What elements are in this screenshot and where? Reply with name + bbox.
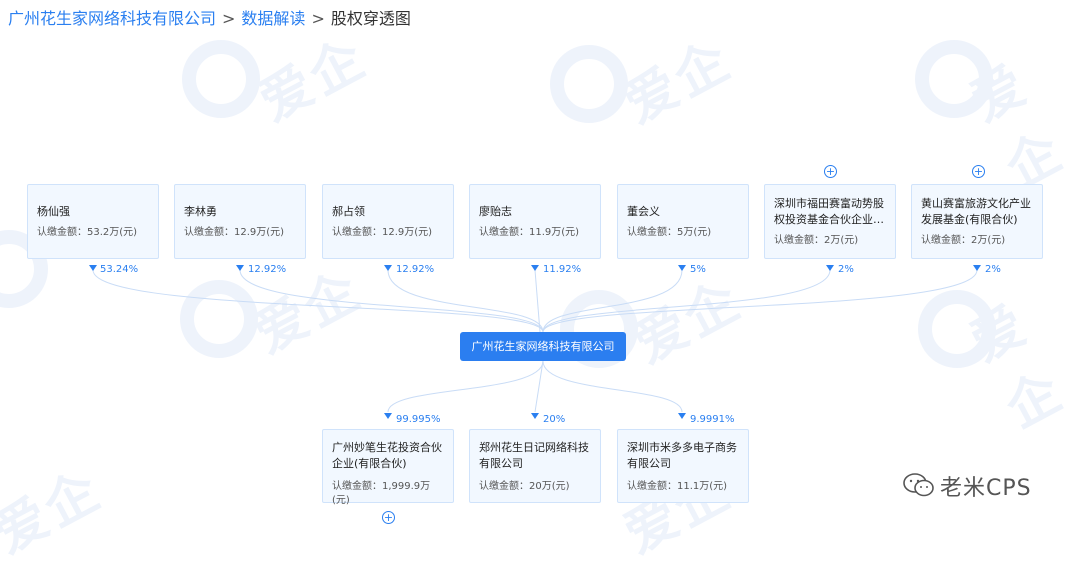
arrow-down-icon (973, 265, 981, 271)
arrow-down-icon (236, 265, 244, 271)
shareholder-amount: 5万(元) (677, 227, 712, 238)
shareholder-amount: 53.2万(元) (87, 227, 138, 238)
arrow-down-icon (531, 413, 539, 419)
amount-label: 认缴金额： (479, 227, 529, 238)
shareholder-amount: 11.9万(元) (529, 227, 580, 238)
shareholder-card[interactable]: 董会义 认缴金额：5万(元) (617, 184, 749, 259)
investment-card[interactable]: 广州妙笔生花投资合伙企业(有限合伙) 认缴金额：1,999.9万(元) (322, 429, 454, 506)
investment-name: 广州妙笔生花投资合伙企业(有限合伙) (332, 441, 442, 470)
arrow-down-icon (678, 413, 686, 419)
shareholder-card[interactable]: 郝占领 认缴金额：12.9万(元) (322, 184, 454, 259)
amount-label: 认缴金额： (332, 481, 382, 492)
share-percent: 2% (985, 264, 1001, 275)
investment-card[interactable]: 深圳市米多多电子商务有限公司 认缴金额：11.1万(元) (617, 429, 749, 503)
expand-plus-icon[interactable]: + (972, 165, 985, 178)
shareholder-name: 董会义 (627, 205, 660, 218)
investment-percent: 99.995% (396, 414, 441, 425)
investment-amount: 11.1万(元) (677, 481, 728, 492)
shareholder-name: 深圳市福田赛富动势股权投资基金合伙企业(有限合伙) (774, 197, 884, 226)
amount-label: 认缴金额： (921, 235, 971, 246)
investment-percent: 9.9991% (690, 414, 735, 425)
amount-label: 认缴金额： (184, 227, 234, 238)
arrow-down-icon (678, 265, 686, 271)
shareholder-name: 廖贻志 (479, 205, 512, 218)
arrow-down-icon (826, 265, 834, 271)
shareholder-name: 李林勇 (184, 205, 217, 218)
expand-plus-icon[interactable]: + (824, 165, 837, 178)
shareholder-name: 郝占领 (332, 205, 365, 218)
investment-card[interactable]: 郑州花生日记网络科技有限公司 认缴金额：20万(元) (469, 429, 601, 503)
footer-brand: 老米CPS (940, 476, 1032, 501)
investment-name: 郑州花生日记网络科技有限公司 (479, 441, 589, 470)
share-percent: 11.92% (543, 264, 582, 275)
amount-label: 认缴金额： (627, 227, 677, 238)
share-percent: 5% (690, 264, 706, 275)
shareholder-amount: 12.9万(元) (234, 227, 285, 238)
shareholder-amount: 2万(元) (971, 235, 1006, 246)
amount-label: 认缴金额： (627, 481, 677, 492)
amount-label: 认缴金额： (774, 235, 824, 246)
wechat-icon (903, 473, 934, 497)
investment-amount: 20万(元) (529, 481, 570, 492)
shareholder-name: 杨仙强 (37, 205, 70, 218)
shareholder-amount: 12.9万(元) (382, 227, 433, 238)
shareholder-card[interactable]: 廖贻志 认缴金额：11.9万(元) (469, 184, 601, 259)
shareholder-card[interactable]: 黄山赛富旅游文化产业发展基金(有限合伙) 认缴金额：2万(元) (911, 184, 1043, 259)
amount-label: 认缴金额： (37, 227, 87, 238)
amount-label: 认缴金额： (479, 481, 529, 492)
center-company-node[interactable]: 广州花生家网络科技有限公司 (460, 332, 626, 361)
share-percent: 12.92% (396, 264, 435, 275)
arrow-down-icon (89, 265, 97, 271)
shareholder-card[interactable]: 李林勇 认缴金额：12.9万(元) (174, 184, 306, 259)
expand-plus-icon[interactable]: + (382, 511, 395, 524)
share-percent: 12.92% (248, 264, 287, 275)
shareholder-name: 黄山赛富旅游文化产业发展基金(有限合伙) (921, 197, 1031, 226)
shareholder-amount: 2万(元) (824, 235, 859, 246)
arrow-down-icon (531, 265, 539, 271)
share-percent: 53.24% (100, 264, 139, 275)
investment-name: 深圳市米多多电子商务有限公司 (627, 441, 737, 470)
shareholder-card[interactable]: 杨仙强 认缴金额：53.2万(元) (27, 184, 159, 259)
investment-percent: 20% (543, 414, 566, 425)
arrow-down-icon (384, 413, 392, 419)
arrow-down-icon (384, 265, 392, 271)
shareholder-card[interactable]: 深圳市福田赛富动势股权投资基金合伙企业(有限合伙) 认缴金额：2万(元) (764, 184, 896, 259)
amount-label: 认缴金额： (332, 227, 382, 238)
share-percent: 2% (838, 264, 854, 275)
